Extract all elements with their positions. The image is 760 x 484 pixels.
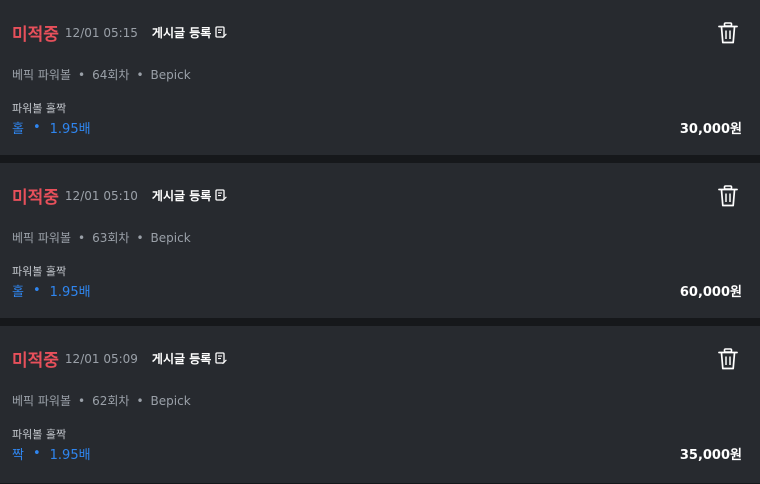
bet-game-info: 베픽 파워볼 • 64회차 • Bepick [12, 66, 191, 83]
bet-game-info: 베픽 파워볼 • 63회차 • Bepick [12, 229, 191, 246]
bet-card: 미적중 12/01 05:10 게시글 등록 베픽 파워볼 • 63회차 • B… [0, 163, 760, 318]
bet-time: 12/01 05:09 [64, 351, 138, 366]
bet-pick: 짝 • 1.95배 [12, 444, 91, 463]
bet-header: 미적중 12/01 05:15 게시글 등록 [12, 20, 228, 45]
round-number: 64회차 [92, 68, 130, 82]
separator-dot: • [136, 67, 144, 82]
game-name: 베픽 파워볼 [12, 68, 72, 82]
post-article-button[interactable]: 게시글 등록 [151, 187, 228, 204]
separator-dot: • [32, 446, 41, 461]
odds-value: 1.95배 [49, 122, 91, 137]
separator-dot: • [78, 393, 86, 408]
round-number: 62회차 [92, 394, 130, 408]
bet-amount: 30,000원 [679, 122, 742, 137]
odds-value: 1.95배 [49, 285, 91, 300]
post-article-button[interactable]: 게시글 등록 [151, 350, 228, 367]
post-article-label: 게시글 등록 [151, 352, 212, 366]
edit-note-icon [215, 26, 228, 38]
delete-trash-icon[interactable] [718, 185, 738, 207]
bet-status: 미적중 [12, 188, 59, 208]
separator-dot: • [32, 120, 41, 135]
separator-dot: • [78, 230, 86, 245]
separator-dot: • [136, 393, 144, 408]
bet-time: 12/01 05:15 [64, 25, 138, 40]
site-name: Bepick [150, 230, 191, 245]
bet-header: 미적중 12/01 05:09 게시글 등록 [12, 346, 228, 371]
bet-pick: 홀 • 1.95배 [12, 118, 91, 137]
pick-value: 홀 [12, 285, 24, 300]
bet-status: 미적중 [12, 25, 59, 45]
post-article-label: 게시글 등록 [151, 189, 212, 203]
game-name: 베픽 파워볼 [12, 231, 72, 245]
game-name: 베픽 파워볼 [12, 394, 72, 408]
market-name: 파워볼 홀짝 [12, 428, 67, 441]
bet-amount: 35,000원 [679, 448, 742, 463]
bet-status: 미적중 [12, 351, 59, 371]
separator-dot: • [32, 283, 41, 298]
delete-trash-icon[interactable] [718, 348, 738, 370]
pick-value: 홀 [12, 122, 24, 137]
separator-dot: • [136, 230, 144, 245]
separator-dot: • [78, 67, 86, 82]
market-name: 파워볼 홀짝 [12, 265, 67, 278]
edit-note-icon [215, 189, 228, 201]
site-name: Bepick [150, 393, 191, 408]
bet-game-info: 베픽 파워볼 • 62회차 • Bepick [12, 392, 191, 409]
post-article-label: 게시글 등록 [151, 26, 212, 40]
odds-value: 1.95배 [49, 448, 91, 463]
market-name: 파워볼 홀짝 [12, 102, 67, 115]
bet-history-list: 미적중 12/01 05:15 게시글 등록 베픽 파워볼 • 64회차 • B… [0, 0, 760, 483]
bet-header: 미적중 12/01 05:10 게시글 등록 [12, 183, 228, 208]
bet-pick: 홀 • 1.95배 [12, 281, 91, 300]
bet-time: 12/01 05:10 [64, 188, 138, 203]
bet-card: 미적중 12/01 05:15 게시글 등록 베픽 파워볼 • 64회차 • B… [0, 0, 760, 155]
edit-note-icon [215, 352, 228, 364]
site-name: Bepick [150, 67, 191, 82]
post-article-button[interactable]: 게시글 등록 [151, 24, 228, 41]
round-number: 63회차 [92, 231, 130, 245]
bet-card: 미적중 12/01 05:09 게시글 등록 베픽 파워볼 • 62회차 • B… [0, 326, 760, 483]
delete-trash-icon[interactable] [718, 22, 738, 44]
bet-amount: 60,000원 [679, 285, 742, 300]
pick-value: 짝 [12, 448, 24, 463]
